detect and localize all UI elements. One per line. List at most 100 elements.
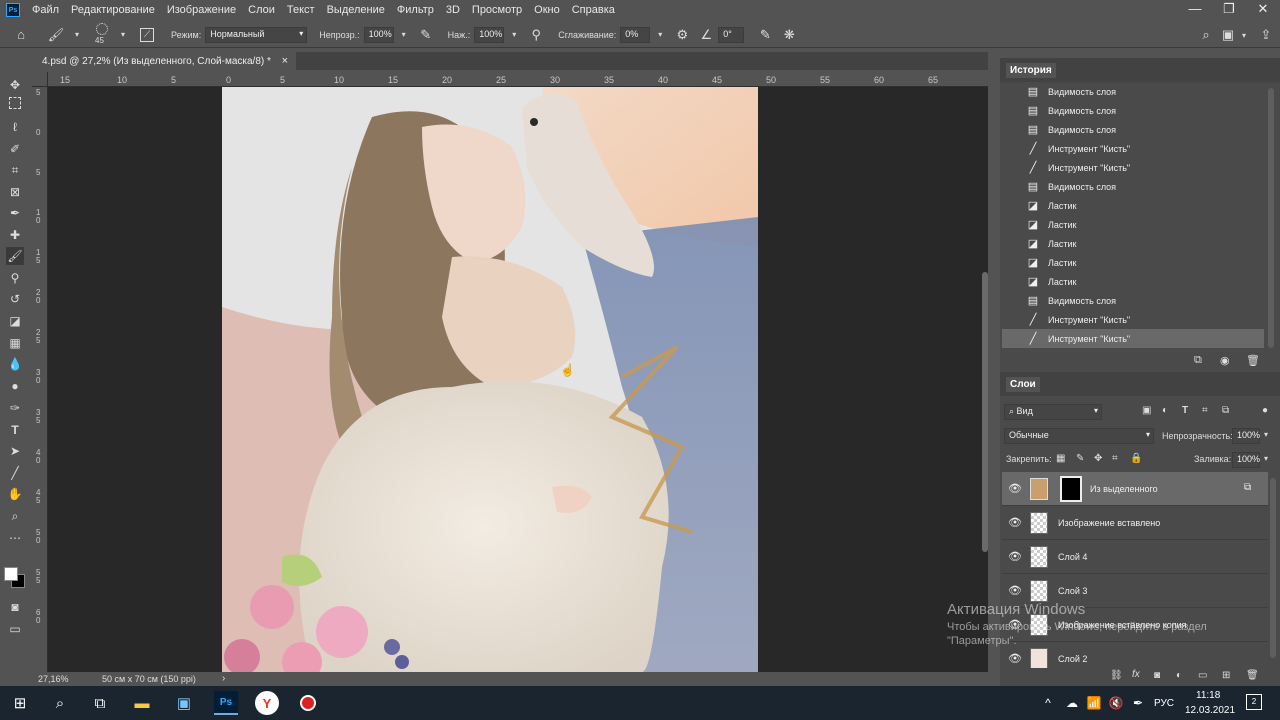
opacity-field[interactable]: 100% (363, 26, 394, 43)
new-document-from-state-icon[interactable]: ⧉ (1194, 354, 1202, 367)
visibility-eye-icon[interactable]: 👁 (1008, 516, 1022, 529)
menu-select[interactable]: Выделение (321, 4, 391, 16)
fill-field[interactable]: 100% (1232, 452, 1260, 468)
visibility-eye-icon[interactable]: 👁 (1008, 618, 1022, 631)
restore-button[interactable]: ❐ (1212, 0, 1246, 20)
history-brush-tool-icon[interactable]: ↺ (6, 290, 24, 308)
history-item[interactable]: ◪ Ластик (1002, 215, 1264, 234)
quick-mask-icon[interactable]: ◙ (6, 598, 24, 616)
notification-center-icon[interactable]: 2 (1246, 694, 1262, 710)
visibility-eye-icon[interactable]: 👁 (1008, 652, 1022, 665)
brush-tool-preset-icon[interactable]: 🖌 (47, 26, 65, 44)
hand-tool-icon[interactable]: ✋ (6, 485, 24, 503)
visibility-eye-icon[interactable]: 👁 (1008, 550, 1022, 563)
adjustment-layer-icon[interactable]: ◐ (1176, 670, 1182, 681)
layer-name[interactable]: Слой 4 (1058, 552, 1087, 562)
layer-name[interactable]: Изображение вставлено (1058, 518, 1160, 528)
dropdown-chevron-icon[interactable]: ▾ (68, 26, 86, 44)
menu-edit[interactable]: Редактирование (65, 4, 161, 16)
history-item[interactable]: ╱ Инструмент "Кисть" (1002, 310, 1264, 329)
chevron-down-icon[interactable]: ▾ (1235, 26, 1253, 44)
menu-layers[interactable]: Слои (242, 4, 281, 16)
history-item[interactable]: ◪ Ластик (1002, 253, 1264, 272)
store-app-icon[interactable]: ▣ (172, 691, 196, 715)
add-mask-icon[interactable]: ◙ (1154, 670, 1160, 681)
lock-artboard-icon[interactable]: ⌗ (1112, 453, 1118, 464)
document-tab[interactable]: 4.psd @ 27,2% (Из выделенного, Слой-маск… (30, 52, 297, 70)
menu-window[interactable]: Окно (528, 4, 566, 16)
layer-thumbnail[interactable] (1030, 648, 1048, 668)
lock-transparent-icon[interactable]: ▦ (1056, 453, 1065, 464)
history-item[interactable]: ◪ Ластик (1002, 234, 1264, 253)
eyedropper-tool-icon[interactable]: ✒ (6, 204, 24, 222)
lock-position-icon[interactable]: ✥ (1094, 453, 1102, 464)
chevron-down-icon[interactable]: ▾ (651, 26, 669, 44)
quick-select-tool-icon[interactable]: ✐ (6, 140, 24, 158)
angle-field[interactable]: 0° (718, 26, 745, 43)
layer-thumbnail[interactable] (1030, 512, 1048, 534)
blend-mode-select[interactable]: Обычные ▾ (1004, 428, 1154, 444)
stamp-tool-icon[interactable]: ⚲ (6, 269, 24, 287)
path-select-tool-icon[interactable]: ➤ (6, 442, 24, 460)
healing-tool-icon[interactable]: ✚ (6, 226, 24, 244)
layer-filter-select[interactable]: ⌕ Вид ▾ (1004, 404, 1102, 420)
symmetry-icon[interactable]: ❋ (780, 26, 798, 44)
pressure-field[interactable]: 100% (474, 26, 505, 43)
brush-size-preview[interactable]: 45 (92, 22, 114, 47)
layer-row[interactable]: 👁 Слой 2 (1002, 642, 1268, 668)
history-item[interactable]: ◪ Ластик (1002, 196, 1264, 215)
layer-thumbnail[interactable] (1030, 614, 1048, 636)
visibility-eye-icon[interactable]: 👁 (1008, 584, 1022, 597)
zoom-level[interactable]: 27,16% (38, 674, 69, 684)
layer-name[interactable]: Слой 3 (1058, 586, 1087, 596)
vertical-scrollbar[interactable] (982, 272, 988, 552)
clock-date[interactable]: 12.03.2021 (1185, 705, 1235, 716)
blur-tool-icon[interactable]: 💧 (6, 355, 24, 373)
artwork-image[interactable] (222, 87, 758, 672)
menu-image[interactable]: Изображение (161, 4, 242, 16)
history-item-selected[interactable]: ╱ Инструмент "Кисть" (1002, 329, 1264, 348)
history-scrollbar[interactable] (1268, 88, 1274, 348)
home-icon[interactable]: ⌂ (12, 26, 30, 44)
new-layer-icon[interactable]: ⊞ (1222, 670, 1230, 681)
pressure-size-icon[interactable]: ✎ (756, 26, 774, 44)
layer-row[interactable]: 👁 Изображение вставлено копия (1002, 608, 1268, 642)
history-panel-title[interactable]: История (1006, 63, 1056, 78)
language-indicator[interactable]: РУС (1154, 698, 1174, 709)
layer-row[interactable]: 👁 Изображение вставлено (1002, 506, 1268, 540)
layer-name[interactable]: Из выделенного (1090, 484, 1158, 494)
chevron-down-icon[interactable]: ▾ (1264, 454, 1268, 463)
gear-icon[interactable]: ⚙ (673, 26, 691, 44)
filter-adjustment-icon[interactable]: ◐ (1162, 405, 1168, 416)
layer-row[interactable]: 👁 Слой 4 (1002, 540, 1268, 574)
fx-icon[interactable]: fx (1132, 669, 1140, 680)
search-icon[interactable]: ⌕ (1197, 26, 1215, 44)
layer-name[interactable]: Слой 2 (1058, 654, 1087, 664)
dodge-tool-icon[interactable]: ● (6, 377, 24, 395)
marquee-tool-icon[interactable] (9, 97, 21, 109)
chevron-down-icon[interactable]: ▾ (395, 26, 413, 44)
clock-time[interactable]: 11:18 (1196, 690, 1220, 701)
history-item[interactable]: ▤ Видимость слоя (1002, 291, 1264, 310)
filter-toggle-icon[interactable]: ● (1262, 405, 1268, 416)
menu-filter[interactable]: Фильтр (391, 4, 440, 16)
menu-help[interactable]: Справка (566, 4, 621, 16)
history-item[interactable]: ╱ Инструмент "Кисть" (1002, 158, 1264, 177)
layers-scrollbar[interactable] (1270, 478, 1276, 658)
mode-select[interactable]: Нормальный ▾ (205, 26, 308, 43)
pen-input-icon[interactable]: ✒ (1126, 691, 1150, 715)
menu-view[interactable]: Просмотр (466, 4, 528, 16)
minimize-button[interactable]: — (1178, 0, 1212, 20)
filter-shape-icon[interactable]: ⌗ (1202, 405, 1208, 416)
photoshop-taskbar-icon[interactable]: Ps (214, 691, 238, 715)
crop-tool-icon[interactable]: ⌗ (6, 161, 24, 179)
share-icon[interactable]: ⇪ (1257, 26, 1275, 44)
layer-opacity-field[interactable]: 100% (1232, 428, 1260, 444)
history-item[interactable]: ▤ Видимость слоя (1002, 82, 1264, 101)
windows-start-icon[interactable]: ⊞ (8, 691, 32, 715)
filter-smart-object-icon[interactable]: ⧉ (1222, 405, 1229, 416)
chevron-down-icon[interactable]: ▾ (505, 26, 523, 44)
task-view-icon[interactable]: ⧉ (88, 691, 112, 715)
brush-settings-panel-icon[interactable]: ⟋ (140, 27, 154, 42)
layer-thumbnail[interactable] (1030, 546, 1048, 568)
